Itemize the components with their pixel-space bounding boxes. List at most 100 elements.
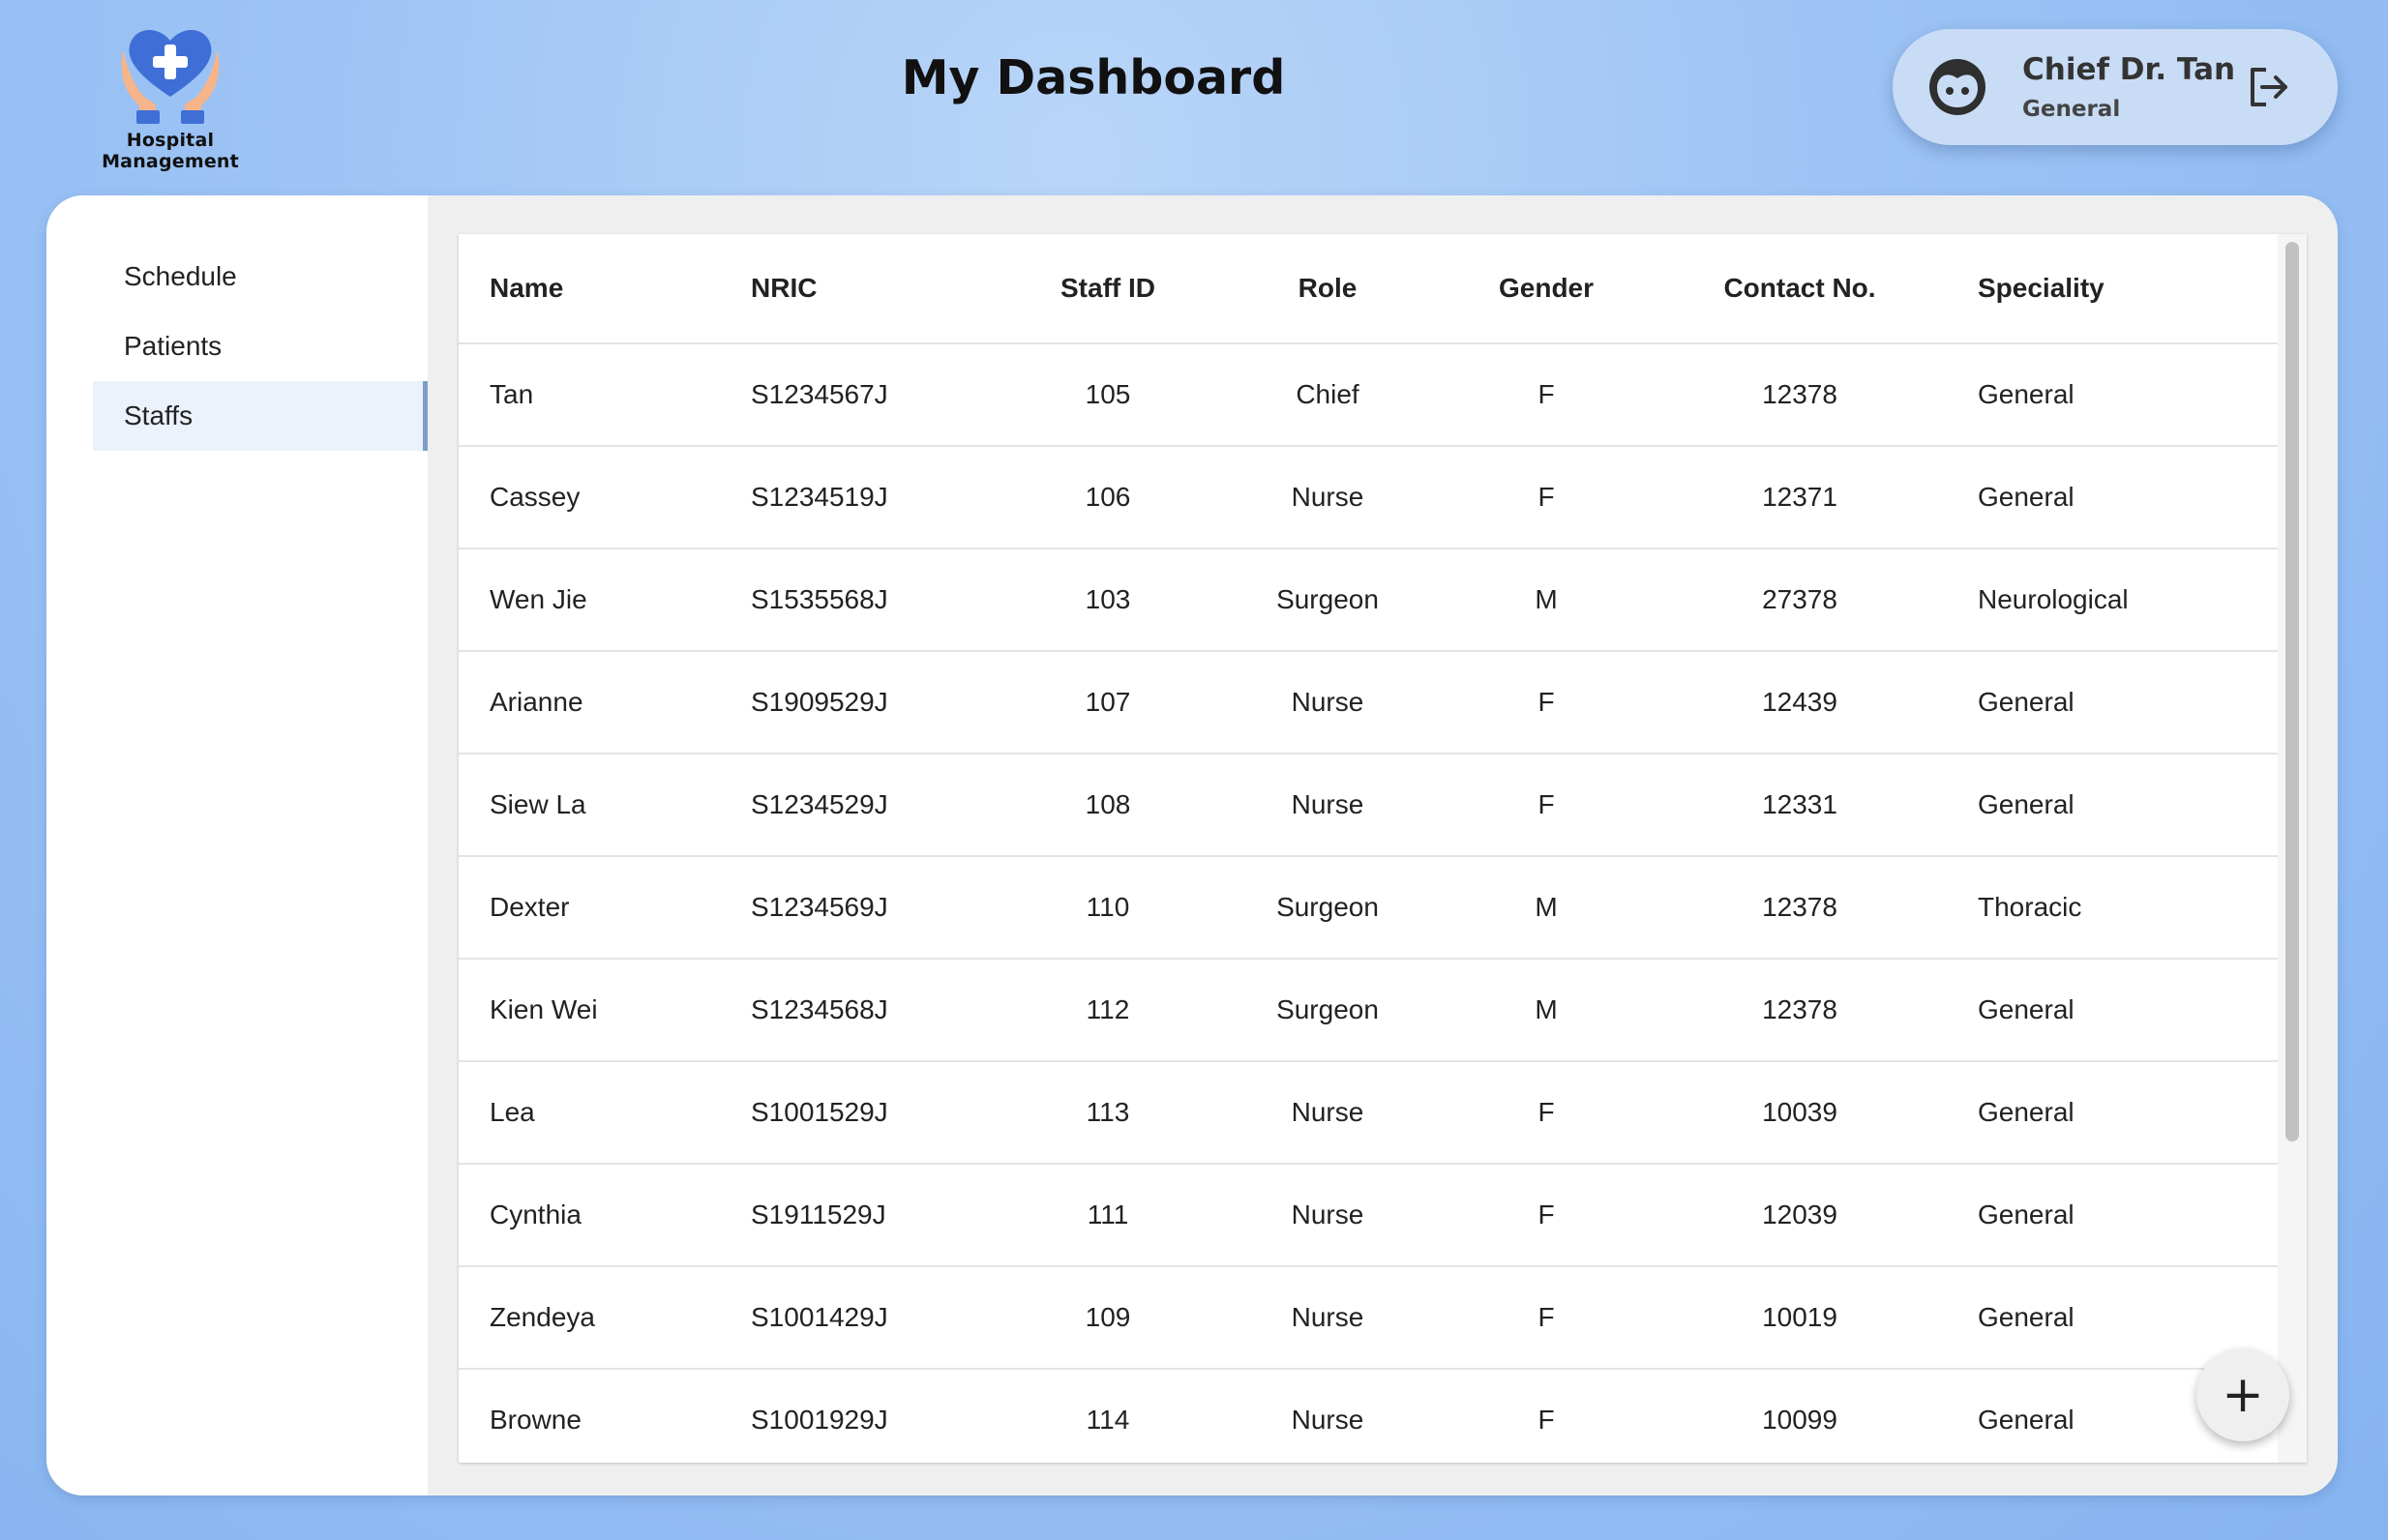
- cell-role: Nurse: [1204, 754, 1451, 857]
- cell-gender: F: [1451, 1164, 1641, 1267]
- table-row[interactable]: Arianne S1909529J 107 Nurse F 12439 General: [459, 651, 2297, 755]
- cell-role: Surgeon: [1204, 959, 1451, 1062]
- cell-role: Surgeon: [1204, 548, 1451, 652]
- main-card: Schedule Patients Staffs Name NRIC Staff…: [46, 195, 2338, 1496]
- column-header-gender[interactable]: Gender: [1451, 234, 1641, 344]
- logo-text: Hospital Management: [102, 130, 239, 172]
- cell-gender: M: [1451, 548, 1641, 652]
- cell-name: Cynthia: [459, 1164, 751, 1267]
- cell-contact: 12378: [1641, 856, 1958, 960]
- cell-nric: S1234568J: [751, 959, 1012, 1062]
- cell-name: Kien Wei: [459, 959, 751, 1062]
- cell-gender: F: [1451, 651, 1641, 755]
- cell-staff-id: 112: [1012, 959, 1204, 1062]
- column-header-staff-id[interactable]: Staff ID: [1012, 234, 1204, 344]
- cell-name: Dexter: [459, 856, 751, 960]
- table-scrollbar[interactable]: [2278, 234, 2307, 1463]
- cell-speciality: General: [1958, 343, 2297, 447]
- profile-department: General: [2022, 97, 2121, 122]
- cell-staff-id: 109: [1012, 1266, 1204, 1370]
- cell-gender: F: [1451, 1061, 1641, 1165]
- cell-contact: 12378: [1641, 959, 1958, 1062]
- table-row[interactable]: Cynthia S1911529J 111 Nurse F 12039 General: [459, 1164, 2297, 1267]
- column-header-speciality[interactable]: Speciality: [1958, 234, 2297, 344]
- cell-role: Nurse: [1204, 446, 1451, 549]
- sidebar-item-staffs[interactable]: Staffs: [93, 381, 428, 451]
- cell-contact: 10039: [1641, 1061, 1958, 1165]
- cell-gender: F: [1451, 1369, 1641, 1463]
- cell-name: Arianne: [459, 651, 751, 755]
- sidebar-item-patients[interactable]: Patients: [93, 311, 428, 381]
- cell-name: Tan: [459, 343, 751, 447]
- table-header-row: Name NRIC Staff ID Role Gender Contact N…: [459, 234, 2297, 344]
- cell-staff-id: 108: [1012, 754, 1204, 857]
- cell-role: Nurse: [1204, 651, 1451, 755]
- cell-gender: F: [1451, 343, 1641, 447]
- cell-speciality: General: [1958, 651, 2297, 755]
- cell-staff-id: 107: [1012, 651, 1204, 755]
- cell-speciality: Neurological: [1958, 548, 2297, 652]
- table-row[interactable]: Zendeya S1001429J 109 Nurse F 10019 General: [459, 1266, 2297, 1370]
- cell-nric: S1001929J: [751, 1369, 1012, 1463]
- logout-icon[interactable]: [2247, 66, 2291, 108]
- cell-staff-id: 103: [1012, 548, 1204, 652]
- cell-nric: S1001429J: [751, 1266, 1012, 1370]
- cell-contact: 12039: [1641, 1164, 1958, 1267]
- cell-gender: F: [1451, 446, 1641, 549]
- table-row[interactable]: Dexter S1234569J 110 Surgeon M 12378 Thoracic: [459, 856, 2297, 960]
- cell-contact: 12378: [1641, 343, 1958, 447]
- column-header-nric[interactable]: NRIC: [751, 234, 1012, 344]
- cell-gender: M: [1451, 856, 1641, 960]
- cell-speciality: General: [1958, 446, 2297, 549]
- table-row[interactable]: Kien Wei S1234568J 112 Surgeon M 12378 General: [459, 959, 2297, 1062]
- user-profile-card: Chief Dr. Tan General: [1893, 29, 2338, 145]
- staff-table-container: Name NRIC Staff ID Role Gender Contact N…: [459, 234, 2307, 1463]
- cell-contact: 27378: [1641, 548, 1958, 652]
- cell-contact: 12439: [1641, 651, 1958, 755]
- table-row[interactable]: Tan S1234567J 105 Chief F 12378 General: [459, 343, 2297, 447]
- cell-role: Nurse: [1204, 1369, 1451, 1463]
- cell-nric: S1234569J: [751, 856, 1012, 960]
- scrollbar-thumb[interactable]: [2285, 242, 2299, 1141]
- heart-cross-hands-icon: [121, 29, 220, 124]
- column-header-role[interactable]: Role: [1204, 234, 1451, 344]
- cell-contact: 12371: [1641, 446, 1958, 549]
- cell-name: Browne: [459, 1369, 751, 1463]
- cell-speciality: Thoracic: [1958, 856, 2297, 960]
- cell-nric: S1234519J: [751, 446, 1012, 549]
- cell-name: Siew La: [459, 754, 751, 857]
- table-row[interactable]: Lea S1001529J 113 Nurse F 10039 General: [459, 1061, 2297, 1165]
- cell-staff-id: 111: [1012, 1164, 1204, 1267]
- cell-staff-id: 105: [1012, 343, 1204, 447]
- cell-speciality: General: [1958, 1061, 2297, 1165]
- cell-nric: S1909529J: [751, 651, 1012, 755]
- profile-name: Chief Dr. Tan: [2022, 52, 2236, 87]
- cell-name: Wen Jie: [459, 548, 751, 652]
- table-row[interactable]: Wen Jie S1535568J 103 Surgeon M 27378 Neurolog…: [459, 548, 2297, 652]
- page-title: My Dashboard: [901, 50, 1286, 105]
- sidebar: Schedule Patients Staffs: [46, 195, 428, 1496]
- cell-gender: M: [1451, 959, 1641, 1062]
- column-header-contact[interactable]: Contact No.: [1641, 234, 1958, 344]
- add-staff-button[interactable]: +: [2196, 1348, 2289, 1441]
- cell-role: Nurse: [1204, 1061, 1451, 1165]
- staff-table: Name NRIC Staff ID Role Gender Contact N…: [459, 234, 2297, 1463]
- cell-contact: 10019: [1641, 1266, 1958, 1370]
- cell-nric: S1001529J: [751, 1061, 1012, 1165]
- cell-staff-id: 113: [1012, 1061, 1204, 1165]
- cell-name: Zendeya: [459, 1266, 751, 1370]
- user-face-icon: [1929, 59, 1985, 115]
- app-logo: Hospital Management: [62, 21, 279, 172]
- table-row[interactable]: Siew La S1234529J 108 Nurse F 12331 General: [459, 754, 2297, 857]
- cell-role: Nurse: [1204, 1266, 1451, 1370]
- cell-contact: 12331: [1641, 754, 1958, 857]
- sidebar-item-schedule[interactable]: Schedule: [93, 242, 428, 311]
- cell-contact: 10099: [1641, 1369, 1958, 1463]
- column-header-name[interactable]: Name: [459, 234, 751, 344]
- cell-role: Nurse: [1204, 1164, 1451, 1267]
- table-row[interactable]: Browne S1001929J 114 Nurse F 10099 General: [459, 1369, 2297, 1463]
- cell-nric: S1234529J: [751, 754, 1012, 857]
- cell-name: Lea: [459, 1061, 751, 1165]
- table-row[interactable]: Cassey S1234519J 106 Nurse F 12371 General: [459, 446, 2297, 549]
- cell-staff-id: 106: [1012, 446, 1204, 549]
